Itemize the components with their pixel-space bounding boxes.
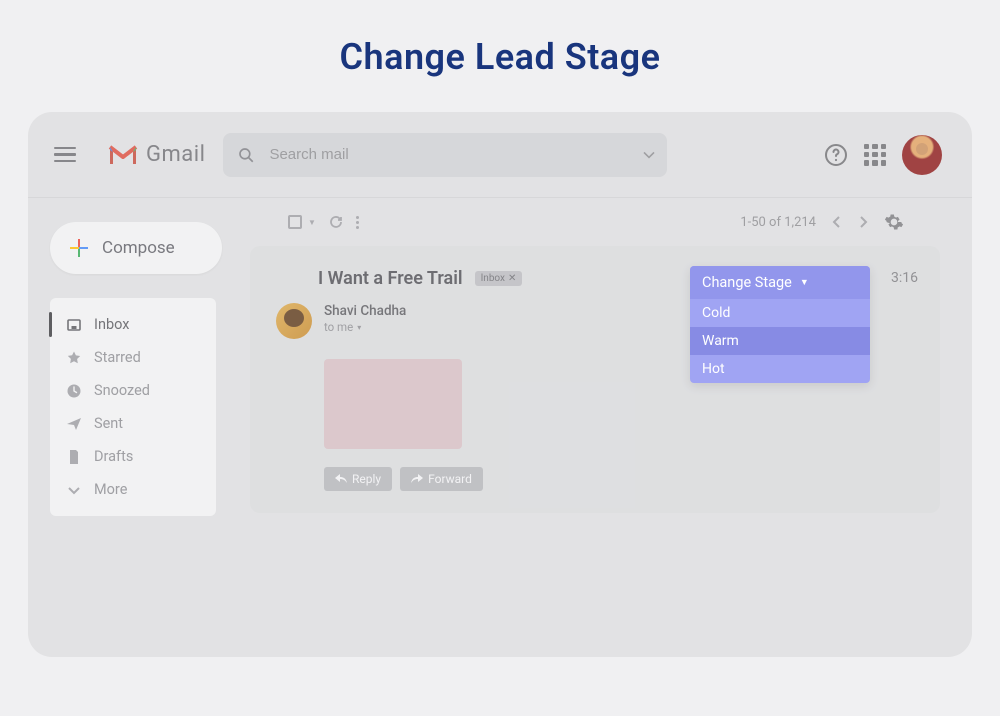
folder-label: Sent [94, 415, 123, 432]
inbox-icon [66, 317, 82, 333]
help-icon[interactable] [824, 143, 848, 167]
folder-label: Snoozed [94, 382, 150, 399]
header-bar: Gmail [28, 112, 972, 198]
chevron-down-icon [66, 482, 82, 498]
sender-name: Shavi Chadha [324, 303, 406, 319]
search-input[interactable] [269, 146, 653, 163]
compose-label: Compose [102, 238, 175, 258]
search-bar[interactable] [223, 133, 667, 177]
settings-icon[interactable] [884, 212, 904, 232]
select-all-checkbox[interactable] [288, 215, 302, 229]
message-time: 3:16 [891, 270, 918, 286]
next-page-icon[interactable] [858, 215, 868, 229]
folder-more[interactable]: More [50, 473, 216, 506]
folder-label: Drafts [94, 448, 133, 465]
sidebar: Compose Inbox Starred [28, 198, 260, 657]
change-stage-dropdown: Change Stage ▼ Cold Warm Hot [690, 266, 870, 383]
close-icon[interactable]: ✕ [508, 273, 516, 284]
star-icon [66, 350, 82, 366]
page-title: Change Lead Stage [0, 0, 1000, 112]
stage-option-cold[interactable]: Cold [690, 299, 870, 327]
stage-option-warm[interactable]: Warm [690, 327, 870, 355]
main-content: ▼ 1-50 of 1,214 [260, 198, 972, 657]
search-dropdown-icon[interactable] [643, 151, 655, 159]
file-icon [66, 449, 82, 465]
stage-option-hot[interactable]: Hot [690, 355, 870, 383]
folder-list: Inbox Starred Snoozed [50, 298, 216, 516]
gmail-logo-text: Gmail [146, 142, 205, 167]
app-window: Gmail [28, 112, 972, 657]
change-stage-label: Change Stage [702, 274, 792, 291]
to-me-label[interactable]: to me ▾ [324, 320, 361, 334]
caret-down-icon: ▼ [800, 277, 809, 288]
refresh-icon[interactable] [328, 214, 344, 230]
folder-drafts[interactable]: Drafts [50, 440, 216, 473]
prev-page-icon[interactable] [832, 215, 842, 229]
account-avatar[interactable] [902, 135, 942, 175]
folder-starred[interactable]: Starred [50, 341, 216, 374]
pagination-text: 1-50 of 1,214 [740, 215, 816, 230]
folder-label: Inbox [94, 316, 129, 333]
more-icon[interactable] [356, 216, 359, 229]
plus-icon [70, 239, 88, 257]
select-caret-icon[interactable]: ▼ [308, 218, 316, 227]
compose-button[interactable]: Compose [50, 222, 222, 274]
gmail-m-icon [108, 144, 138, 166]
reply-label: Reply [352, 472, 381, 486]
forward-button[interactable]: Forward [400, 467, 483, 491]
message-card: 3:16 I Want a Free Trail Inbox ✕ Shavi C… [250, 246, 940, 513]
pill-text: Inbox [481, 273, 505, 284]
apps-icon[interactable] [864, 144, 886, 166]
forward-arrow-icon [411, 474, 423, 484]
reply-button[interactable]: Reply [324, 467, 392, 491]
message-subject: I Want a Free Trail [318, 268, 463, 289]
inbox-label-pill[interactable]: Inbox ✕ [475, 271, 523, 286]
change-stage-button[interactable]: Change Stage ▼ [690, 266, 870, 299]
to-me-text: to me [324, 320, 353, 334]
folder-snoozed[interactable]: Snoozed [50, 374, 216, 407]
attachment-thumbnail[interactable] [324, 359, 462, 449]
clock-icon [66, 383, 82, 399]
reply-arrow-icon [335, 474, 347, 484]
search-icon [237, 146, 255, 164]
folder-label: Starred [94, 349, 141, 366]
sender-avatar[interactable] [276, 303, 312, 339]
gmail-logo[interactable]: Gmail [108, 142, 205, 167]
menu-icon[interactable] [54, 133, 98, 177]
toolbar: ▼ 1-50 of 1,214 [260, 198, 938, 246]
sent-icon [66, 416, 82, 432]
forward-label: Forward [428, 472, 472, 486]
folder-inbox[interactable]: Inbox [50, 308, 216, 341]
folder-sent[interactable]: Sent [50, 407, 216, 440]
chevron-down-icon: ▾ [357, 323, 361, 332]
folder-label: More [94, 481, 127, 498]
